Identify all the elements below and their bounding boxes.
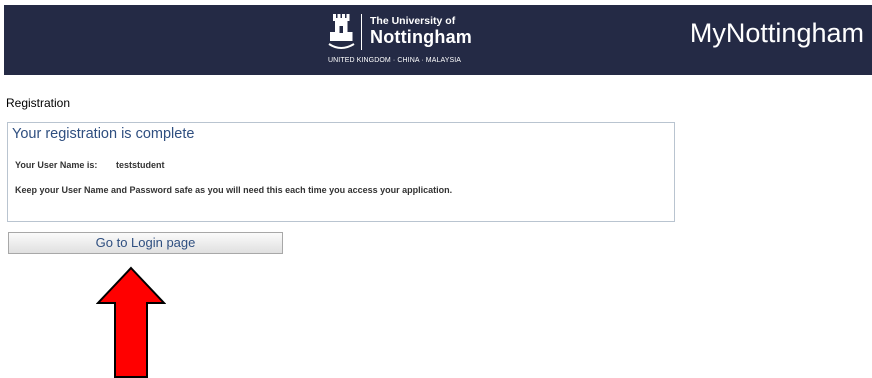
- username-value: teststudent: [116, 160, 165, 170]
- logo-divider: [361, 14, 362, 50]
- panel-heading: Your registration is complete: [12, 126, 195, 142]
- logo-line-2: Nottingham: [370, 27, 472, 47]
- university-logo[interactable]: The University of Nottingham UNITED KING…: [326, 12, 476, 70]
- arrow-up-icon: [96, 266, 166, 378]
- username-label: Your User Name is:: [15, 160, 98, 170]
- logo-tagline: UNITED KINGDOM · CHINA · MALAYSIA: [328, 57, 462, 64]
- safety-notice: Keep your User Name and Password safe as…: [15, 185, 453, 195]
- registration-complete-panel: Your registration is complete Your User …: [7, 122, 675, 222]
- page-title: Registration: [6, 96, 71, 110]
- site-header: The University of Nottingham UNITED KING…: [4, 5, 872, 75]
- app-title: MyNottingham: [689, 18, 864, 48]
- logo-line-1: The University of: [370, 15, 456, 27]
- castle-crest-icon: [328, 14, 355, 49]
- go-to-login-button[interactable]: Go to Login page: [8, 232, 283, 254]
